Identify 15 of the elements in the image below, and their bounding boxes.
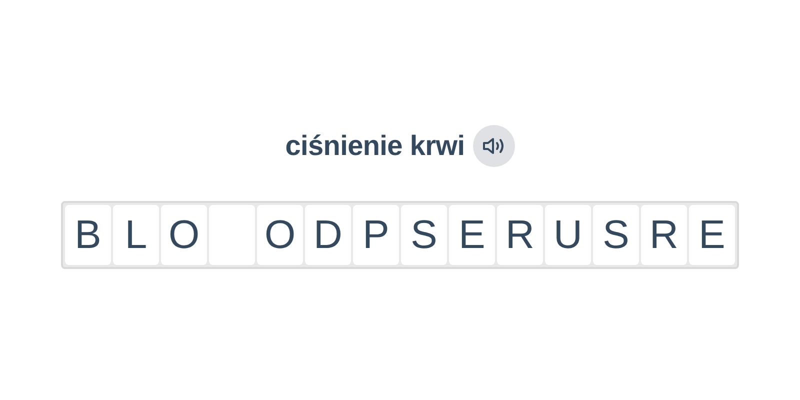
- letter-tile[interactable]: O: [161, 205, 207, 265]
- speaker-button[interactable]: [472, 125, 515, 167]
- letter-tile[interactable]: S: [401, 205, 447, 265]
- letter-tile[interactable]: R: [641, 205, 687, 265]
- letter-tile[interactable]: R: [497, 205, 543, 265]
- letter-tile[interactable]: E: [449, 205, 495, 265]
- letter-tile[interactable]: U: [545, 205, 591, 265]
- letter-tile[interactable]: S: [593, 205, 639, 265]
- letter-tile[interactable]: E: [689, 205, 735, 265]
- letter-tile[interactable]: B: [65, 205, 111, 265]
- letter-tile[interactable]: P: [353, 205, 399, 265]
- prompt-text: ciśnienie krwi: [285, 130, 465, 162]
- letter-tile[interactable]: L: [113, 205, 159, 265]
- letter-tile[interactable]: D: [305, 205, 351, 265]
- letter-tile[interactable]: O: [257, 205, 303, 265]
